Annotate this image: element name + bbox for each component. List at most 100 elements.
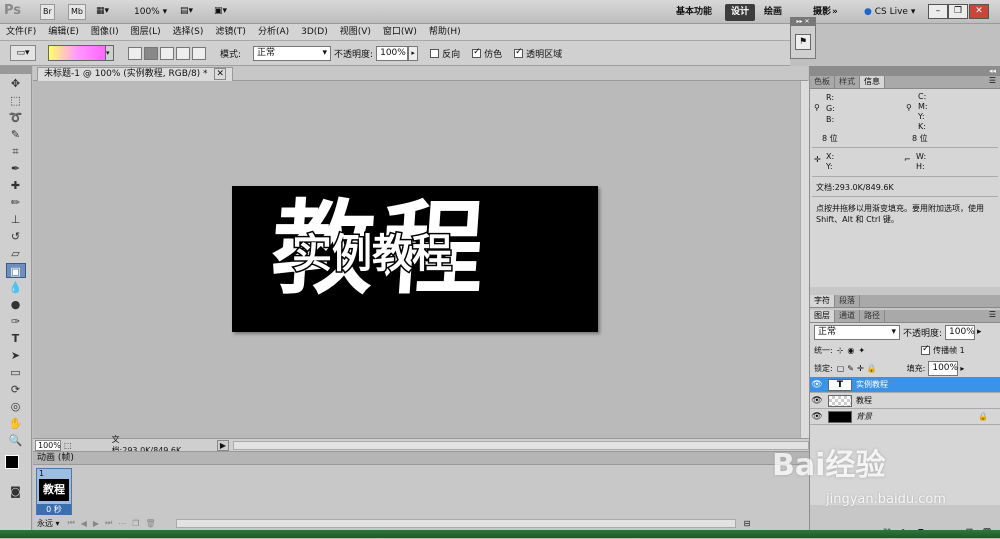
blend-mode-select[interactable]: 正常 ▾ — [814, 324, 900, 340]
shape-tool-icon[interactable]: ▭ — [6, 365, 26, 380]
foreground-color-swatch[interactable] — [5, 455, 19, 469]
screen-mode-icon[interactable]: ▣▾ — [214, 6, 227, 16]
next-frame-icon[interactable]: ⏭ — [105, 518, 112, 528]
tab-paragraph[interactable]: 段落 — [835, 295, 860, 307]
type-tool-icon[interactable]: T — [6, 331, 26, 346]
tab-info[interactable]: 信息 — [860, 76, 885, 88]
visibility-eye-icon[interactable]: 👁 — [810, 396, 824, 406]
tab-channels[interactable]: 通道 — [835, 310, 860, 322]
prev-frame-icon[interactable]: ◀ — [81, 519, 87, 528]
cs-live-button[interactable]: ● CS Live ▾ — [858, 4, 921, 21]
toolbox-grip[interactable] — [0, 66, 31, 74]
tab-layers[interactable]: 图层 — [810, 310, 835, 322]
reverse-checkbox[interactable] — [430, 48, 440, 58]
brush-tool-icon[interactable]: ✏ — [6, 195, 26, 210]
horizontal-scrollbar[interactable] — [233, 440, 809, 450]
document-tab[interactable]: 未标题-1 @ 100% (实例教程, RGB/8) * ✕ — [37, 67, 233, 81]
dodge-tool-icon[interactable]: ● — [6, 297, 26, 312]
menu-view[interactable]: 视图(V) — [334, 24, 377, 40]
zoom-tool-icon[interactable]: 🔍 — [6, 433, 26, 448]
mode-select[interactable]: 正常 ▾ — [253, 45, 332, 61]
tab-swatches[interactable]: 色板 — [810, 76, 835, 88]
workspace-painting[interactable]: 绘画 — [758, 4, 788, 21]
menu-layer[interactable]: 图层(L) — [125, 24, 167, 40]
lock-transparent-icon[interactable]: ▢ — [837, 364, 845, 373]
move-tool-icon[interactable]: ✥ — [6, 76, 26, 91]
close-document-icon[interactable]: ✕ — [214, 68, 226, 80]
layer-row-raster[interactable]: 👁 教程 — [810, 393, 1000, 409]
status-zoom-input[interactable]: 100% — [35, 439, 61, 451]
more-workspaces-button[interactable]: » — [826, 4, 844, 21]
panel-menu-icon[interactable]: ☰ — [885, 76, 1000, 88]
loop-select[interactable]: 永远 ▾ — [37, 518, 60, 529]
menu-help[interactable]: 帮助(H) — [423, 24, 467, 40]
restore-button[interactable]: ❐ — [948, 4, 968, 19]
eyedropper-tool-icon[interactable]: ✒ — [6, 161, 26, 176]
menu-window[interactable]: 窗口(W) — [377, 24, 423, 40]
marquee-tool-icon[interactable]: ⬚ — [6, 93, 26, 108]
view-extras-icon[interactable]: ▦▾ — [96, 6, 109, 16]
mini-bridge-button[interactable]: Mb — [68, 4, 86, 20]
delete-frame-icon[interactable]: 🗑 — [145, 519, 155, 528]
radial-gradient-icon[interactable] — [144, 46, 158, 60]
3d-orbit-tool-icon[interactable]: ◎ — [6, 399, 26, 414]
layers-menu-icon[interactable]: ☰ — [885, 310, 1000, 322]
vertical-scrollbar[interactable] — [800, 81, 809, 438]
pen-tool-icon[interactable]: ✑ — [6, 314, 26, 329]
arrange-documents-icon[interactable]: ▤▾ — [180, 6, 193, 16]
menu-filter[interactable]: 滤镜(T) — [209, 24, 252, 40]
tween-icon[interactable]: ⋯ — [118, 519, 126, 528]
propagate-checkbox[interactable] — [921, 344, 931, 355]
workspace-essentials[interactable]: 基本功能 — [670, 4, 718, 21]
gradient-tool-icon[interactable]: ▣ — [5, 263, 26, 278]
lock-position-icon[interactable]: ✛ — [857, 364, 864, 373]
eraser-tool-icon[interactable]: ▱ — [6, 246, 26, 261]
fill-input[interactable]: 100% — [928, 360, 959, 376]
document-canvas[interactable]: 教程 实例教程 — [232, 186, 598, 332]
opacity-input[interactable]: 100% — [376, 45, 409, 61]
animation-scrollbar[interactable] — [175, 518, 736, 528]
layer-row-background[interactable]: 👁 背景 🔒 — [810, 409, 1000, 425]
visibility-eye-icon[interactable]: 👁 — [810, 412, 824, 422]
tab-styles[interactable]: 样式 — [835, 76, 860, 88]
menu-3d[interactable]: 3D(D) — [295, 24, 334, 40]
duplicate-frame-icon[interactable]: ❐ — [132, 519, 139, 528]
gradient-tool-preset-icon[interactable]: ▭▾ — [10, 45, 36, 61]
close-button[interactable]: ✕ — [969, 4, 989, 19]
minimize-button[interactable]: – — [928, 4, 948, 19]
timeline-toggle-icon[interactable]: ⊟ — [744, 519, 751, 528]
quick-select-tool-icon[interactable]: ✎ — [6, 127, 26, 142]
layer-opacity-arrow-icon[interactable]: ▸ — [977, 327, 982, 337]
tab-character[interactable]: 字符 — [810, 295, 835, 307]
frame-delay[interactable]: 0 秒 — [37, 504, 71, 515]
gradient-swatch[interactable] — [48, 45, 106, 61]
first-frame-icon[interactable]: ⏮ — [68, 518, 75, 528]
history-panel-icon[interactable]: ⚑ — [795, 34, 811, 50]
menu-edit[interactable]: 编辑(E) — [42, 24, 85, 40]
layer-opacity-input[interactable]: 100% — [945, 324, 976, 340]
menu-analysis[interactable]: 分析(A) — [252, 24, 295, 40]
3d-rotate-tool-icon[interactable]: ⟳ — [6, 382, 26, 397]
unify-position-icon[interactable]: ⊹ — [837, 346, 844, 355]
blur-tool-icon[interactable]: 💧 — [6, 280, 26, 295]
status-arrow-icon[interactable]: ▶ — [216, 439, 229, 451]
transparency-checkbox[interactable] — [514, 47, 524, 58]
angle-gradient-icon[interactable] — [160, 46, 174, 60]
hand-tool-icon[interactable]: ✋ — [6, 416, 26, 431]
visibility-eye-icon[interactable]: 👁 — [810, 380, 824, 390]
linear-gradient-icon[interactable] — [128, 46, 142, 60]
quick-mask-icon[interactable]: ◙ — [6, 484, 26, 499]
layer-row-text[interactable]: 👁 T 实例教程 — [810, 377, 1000, 393]
lock-pixels-icon[interactable]: ✎ — [847, 364, 854, 373]
bridge-button[interactable]: Br — [40, 4, 55, 20]
play-icon[interactable]: ▶ — [93, 519, 99, 528]
lasso-tool-icon[interactable]: ➰ — [6, 110, 26, 125]
fill-arrow-icon[interactable]: ▸ — [960, 364, 964, 373]
canvas-area[interactable]: 教程 实例教程 — [33, 81, 800, 438]
menu-select[interactable]: 选择(S) — [167, 24, 210, 40]
clone-stamp-tool-icon[interactable]: ⊥ — [6, 212, 26, 227]
opacity-arrow-icon[interactable]: ▸ — [408, 45, 419, 61]
unify-visibility-icon[interactable]: ◉ — [847, 346, 854, 355]
dither-checkbox[interactable] — [472, 47, 482, 58]
healing-brush-tool-icon[interactable]: ✚ — [6, 178, 26, 193]
